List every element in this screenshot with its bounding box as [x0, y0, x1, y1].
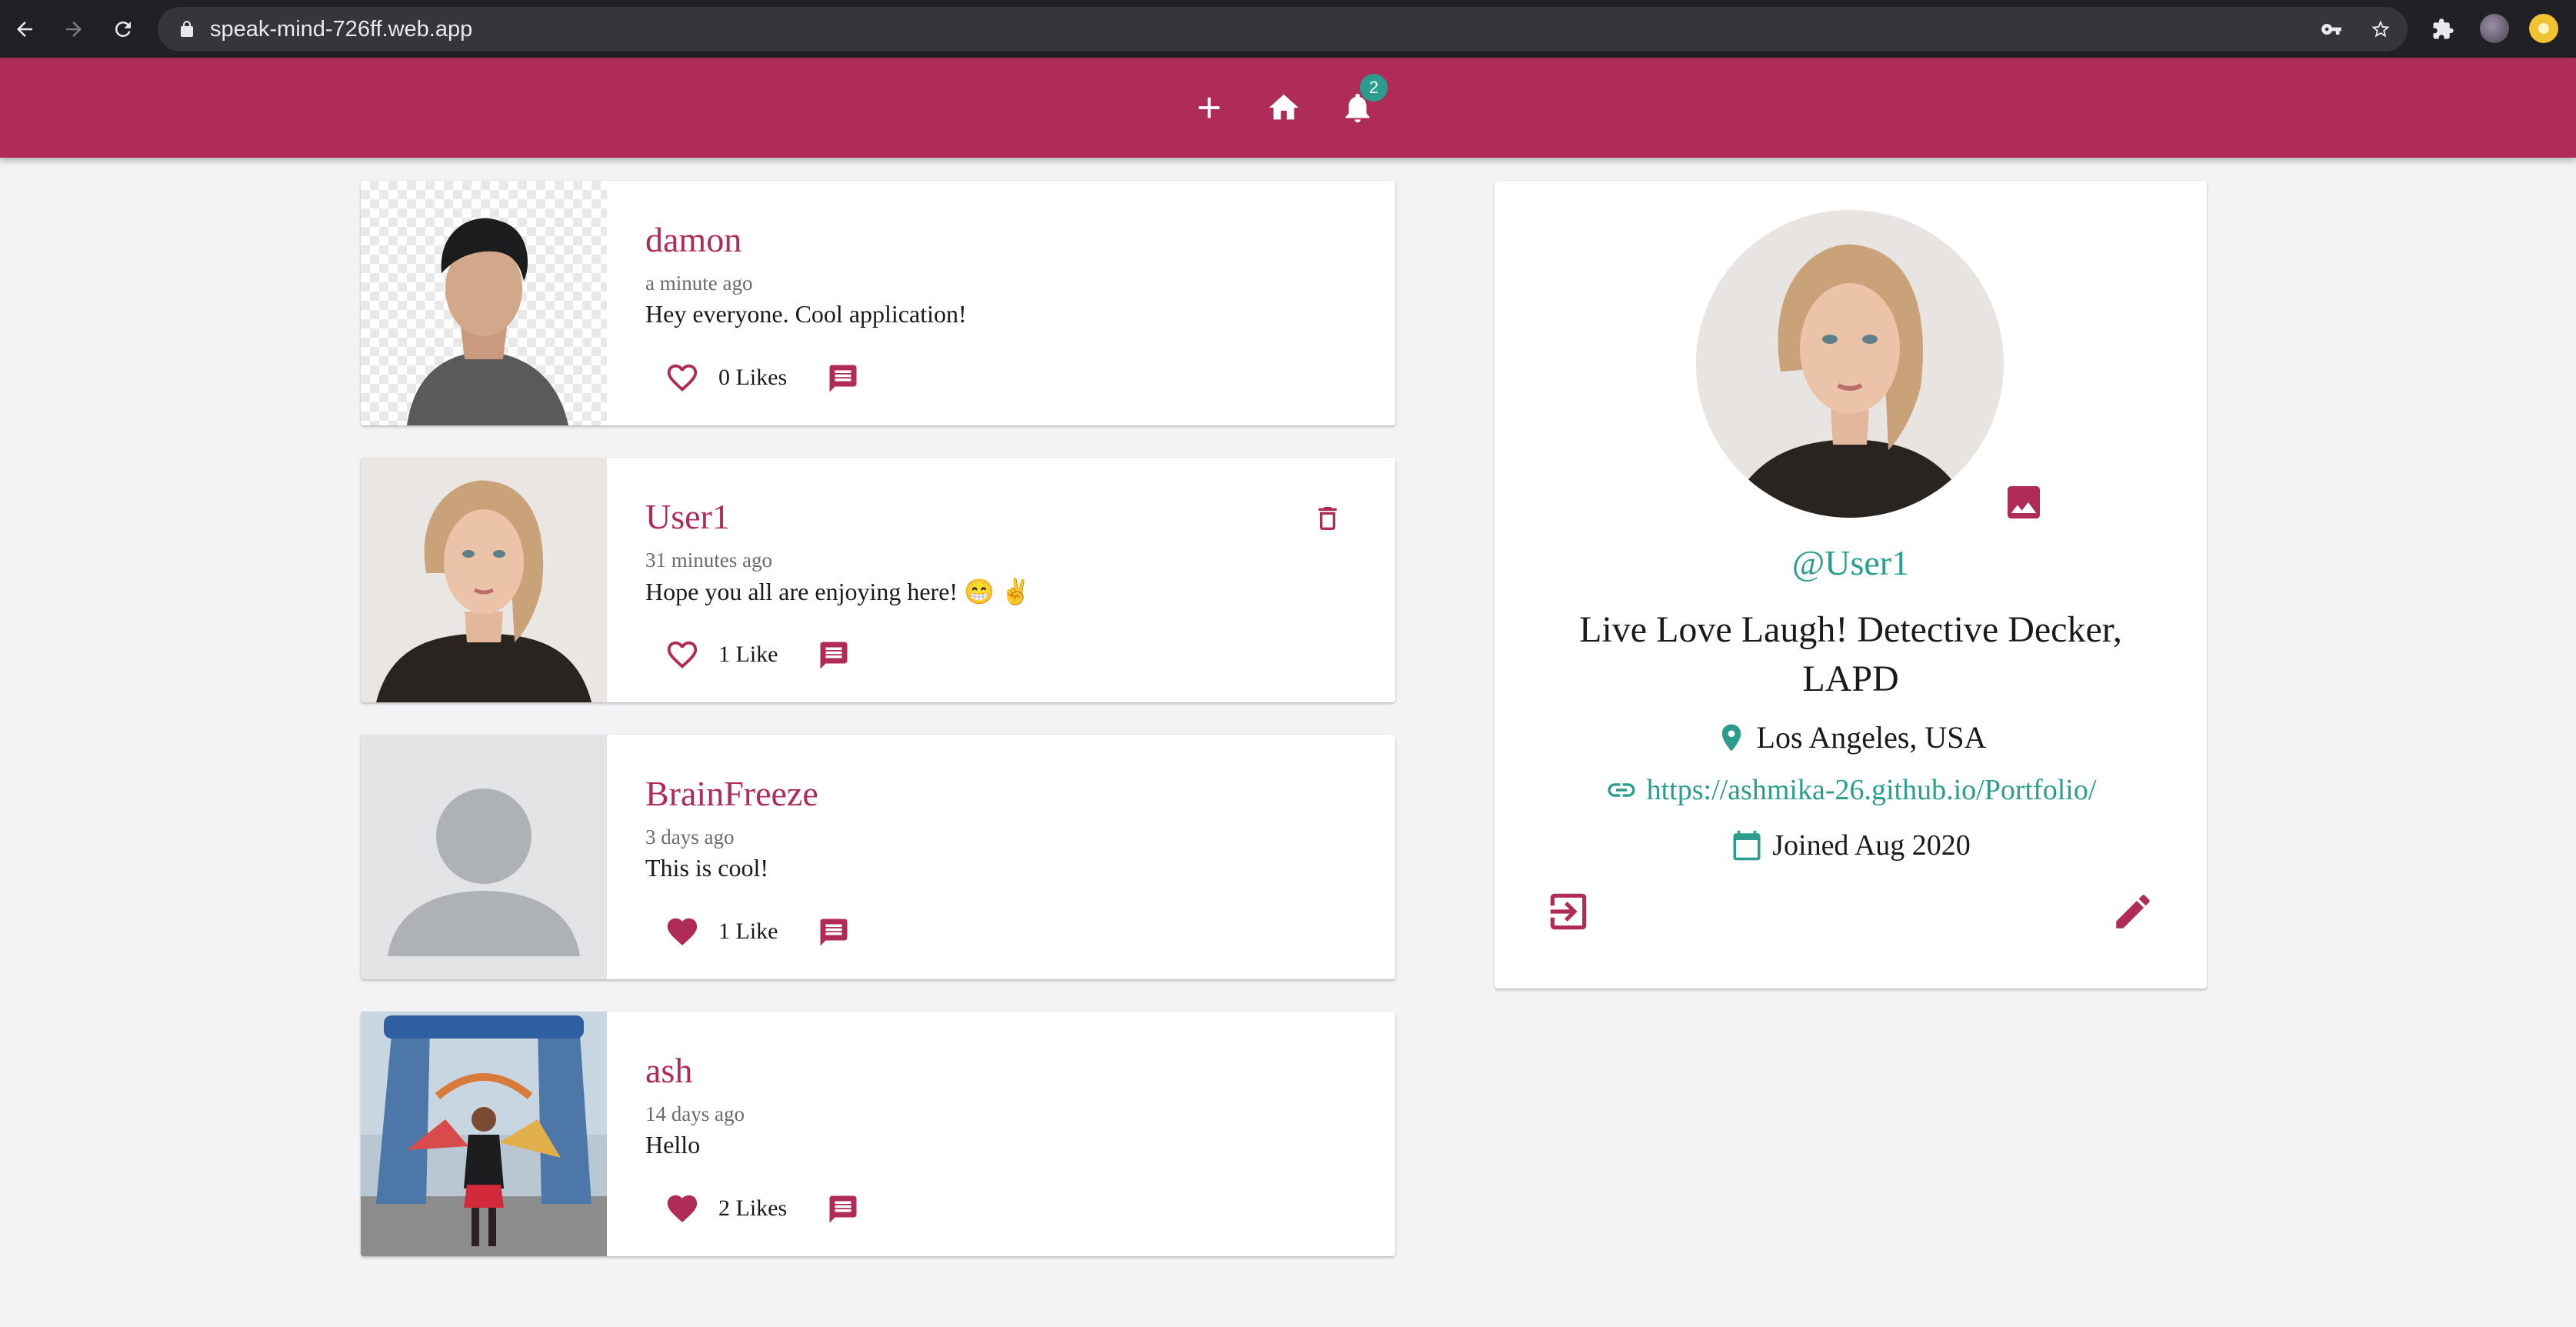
- lock-icon: [181, 21, 193, 37]
- post-timestamp: 3 days ago: [645, 825, 735, 849]
- post-author-handle[interactable]: ash: [645, 1050, 692, 1091]
- notification-badge: 2: [1360, 74, 1388, 102]
- key-icon[interactable]: [2321, 18, 2342, 40]
- profile-avatar: [1696, 210, 2004, 518]
- edit-pencil-icon[interactable]: [2108, 887, 2158, 936]
- calendar-icon: [1733, 830, 1761, 861]
- extension-avatar[interactable]: [2480, 14, 2509, 43]
- post-author-handle[interactable]: User1: [645, 496, 730, 537]
- post-card: BrainFreeze 3 days ago This is cool! 1 L…: [361, 735, 1395, 979]
- heart-filled-icon[interactable]: [661, 910, 704, 953]
- delete-icon[interactable]: [1308, 499, 1347, 538]
- image-icon[interactable]: [2001, 479, 2047, 525]
- post-card: User1 31 minutes ago Hope you all are en…: [361, 458, 1395, 702]
- post-card: damon a minute ago Hey everyone. Cool ap…: [361, 181, 1395, 425]
- profile-joined: Joined Aug 2020: [1495, 829, 2207, 862]
- post-card: ash 14 days ago Hello 2 Likes: [361, 1012, 1395, 1256]
- profile-bio: Live Love Laugh! Detective Decker, LAPD: [1579, 609, 2122, 699]
- reload-icon[interactable]: [108, 14, 138, 45]
- comment-icon[interactable]: [824, 359, 862, 398]
- profile-card: @User1 Live Love Laugh! Detective Decker…: [1495, 181, 2207, 989]
- post-author-image[interactable]: [361, 458, 607, 702]
- star-icon[interactable]: [2370, 18, 2391, 40]
- logout-icon[interactable]: [1544, 887, 1593, 936]
- comment-icon[interactable]: [815, 913, 853, 952]
- post-body: This is cool!: [645, 854, 768, 882]
- profile-handle[interactable]: @User1: [1495, 542, 2207, 583]
- url-text: speak-mind-726ff.web.app: [210, 17, 473, 42]
- like-count: 2 Likes: [718, 1195, 788, 1221]
- post-timestamp: 31 minutes ago: [645, 548, 772, 572]
- joined-text: Joined Aug 2020: [1772, 829, 1971, 862]
- address-bar[interactable]: speak-mind-726ff.web.app: [158, 7, 2408, 52]
- comment-icon[interactable]: [815, 636, 853, 675]
- default-avatar-icon[interactable]: [361, 735, 607, 979]
- heart-outline-icon[interactable]: [661, 633, 704, 676]
- website-link[interactable]: https://ashmika-26.github.io/Portfolio/: [1647, 773, 2097, 807]
- post-body: Hey everyone. Cool application!: [645, 300, 967, 328]
- back-arrow-icon[interactable]: [9, 14, 40, 45]
- location-text: Los Angeles, USA: [1756, 720, 1987, 755]
- comment-icon[interactable]: [824, 1190, 862, 1229]
- like-count: 0 Likes: [718, 365, 788, 390]
- home-icon[interactable]: [1263, 87, 1305, 128]
- profile-location: Los Angeles, USA: [1495, 719, 2207, 755]
- post-body: Hope you all are enjoying here! 😁 ✌️: [645, 578, 1031, 605]
- post-timestamp: 14 days ago: [645, 1102, 745, 1125]
- forward-arrow-icon[interactable]: [58, 14, 89, 45]
- post-timestamp: a minute ago: [645, 272, 753, 295]
- post-author-handle[interactable]: damon: [645, 219, 741, 260]
- plus-icon[interactable]: [1188, 87, 1230, 128]
- profile-website[interactable]: https://ashmika-26.github.io/Portfolio/: [1495, 773, 2207, 807]
- post-author-image[interactable]: [361, 181, 607, 425]
- heart-outline-icon[interactable]: [661, 356, 704, 399]
- like-count: 1 Like: [718, 642, 778, 667]
- heart-filled-icon[interactable]: [661, 1187, 704, 1230]
- location-pin-icon: [1721, 724, 1741, 751]
- app-bar: [0, 58, 2576, 158]
- post-author-image[interactable]: [361, 1012, 607, 1256]
- post-body: Hello: [645, 1131, 701, 1159]
- post-author-handle[interactable]: BrainFreeze: [645, 773, 818, 814]
- browser-profile-avatar[interactable]: [2529, 14, 2558, 43]
- extensions-icon[interactable]: [2428, 14, 2458, 45]
- like-count: 1 Like: [718, 919, 778, 944]
- browser-toolbar: speak-mind-726ff.web.app: [0, 0, 2576, 58]
- link-icon: [1608, 783, 1635, 797]
